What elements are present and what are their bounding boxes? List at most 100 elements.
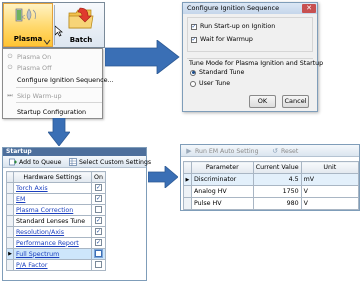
row-header[interactable]: [6, 215, 14, 227]
parameter-cell: Pulse HV: [190, 197, 254, 210]
close-button[interactable]: ✕: [302, 4, 316, 13]
power-off-icon: ⏻: [7, 63, 13, 71]
user-tune-label: User Tune: [199, 80, 231, 87]
dialog-title: Configure Ignition Sequence: [183, 3, 317, 14]
table-header-row: Parameter Current Value Unit: [183, 161, 360, 174]
setting-link-em[interactable]: EM: [13, 193, 92, 205]
table-row[interactable]: Resolution/Axis ✓: [6, 226, 106, 238]
wait-warmup-checkbox[interactable]: ✓: [191, 36, 197, 43]
em-auto-setting-panel: ▶ Run EM Auto Setting ↺ Reset Parameter …: [180, 144, 360, 211]
plasma-dropdown-menu: ⏻ Plasma On ⏻ Plasma Off Configure Ignit…: [2, 48, 114, 119]
add-to-queue-label: Add to Queue: [19, 158, 62, 166]
on-cell[interactable]: ✓: [91, 182, 106, 194]
ignition-options-group: ✓ Run Start-up on Ignition ✓ Wait for Wa…: [187, 17, 313, 52]
menu-item-startup-configuration[interactable]: Startup Configuration: [3, 106, 102, 117]
run-startup-checkbox-row[interactable]: ✓ Run Start-up on Ignition: [191, 23, 275, 30]
startup-panel: Startup Add to Queue Select Custom Setti…: [2, 147, 151, 281]
tune-mode-label: Tune Mode for Plasma Ignition and Startu…: [189, 60, 324, 67]
setting-link-torch-axis[interactable]: Torch Axis: [13, 182, 92, 194]
menu-item-plasma-off[interactable]: ⏻ Plasma Off: [3, 62, 102, 73]
table-row[interactable]: Analog HV 1750 V: [183, 185, 360, 198]
row-header[interactable]: [6, 182, 14, 194]
run-em-auto-setting-label: Run EM Auto Setting: [195, 147, 259, 155]
queue-add-icon: [9, 158, 17, 166]
run-icon: ▶: [186, 147, 192, 155]
table-row[interactable]: Pulse HV 980 V: [183, 197, 360, 210]
setting-link-full-spectrum[interactable]: Full Spectrum: [13, 248, 92, 260]
column-header-hardware-settings[interactable]: Hardware Settings: [13, 171, 92, 183]
row-header[interactable]: [6, 193, 14, 205]
ok-button[interactable]: OK: [249, 95, 276, 108]
table-row[interactable]: Plasma Correction: [6, 204, 106, 216]
on-checkbox[interactable]: ✓: [94, 239, 102, 247]
batch-ribbon-button[interactable]: Batch: [57, 3, 105, 47]
user-tune-radio[interactable]: [190, 80, 196, 87]
row-header[interactable]: [183, 185, 192, 198]
on-checkbox[interactable]: ✓: [94, 184, 102, 192]
row-pointer-icon[interactable]: ▶: [183, 173, 192, 186]
on-cell[interactable]: ✓: [91, 237, 106, 249]
table-row[interactable]: Standard Lenses Tune ✓: [6, 215, 106, 227]
wait-warmup-checkbox-row[interactable]: ✓ Wait for Warmup: [191, 36, 253, 43]
column-header-on[interactable]: On: [91, 171, 106, 183]
on-checkbox[interactable]: [94, 206, 102, 214]
table-row-selected[interactable]: ▶ Full Spectrum: [6, 248, 106, 260]
setting-link-resolution-axis[interactable]: Resolution/Axis: [13, 226, 92, 238]
table-row[interactable]: Torch Axis ✓: [6, 182, 106, 194]
standard-tune-radio-row[interactable]: Standard Tune: [190, 69, 244, 76]
value-cell[interactable]: 4.5: [252, 173, 302, 186]
menu-item-skip-warmup[interactable]: ⏭ Skip Warm-up: [3, 90, 102, 101]
run-em-auto-setting-button[interactable]: ▶ Run EM Auto Setting: [185, 147, 259, 155]
on-cell[interactable]: [91, 259, 106, 271]
value-cell[interactable]: 1750: [252, 185, 302, 198]
column-header-current-value[interactable]: Current Value: [252, 161, 302, 174]
row-header[interactable]: [6, 237, 14, 249]
row-header-corner: [6, 171, 14, 183]
menu-separator: [16, 87, 102, 88]
row-header[interactable]: [6, 204, 14, 216]
table-row[interactable]: P/A Factor: [6, 259, 106, 271]
select-custom-settings-button[interactable]: Select Custom Settings: [69, 158, 151, 166]
parameter-cell: Analog HV: [190, 185, 254, 198]
row-header[interactable]: [6, 259, 14, 271]
wait-warmup-label: Wait for Warmup: [200, 36, 253, 43]
on-cell[interactable]: [91, 248, 106, 260]
dropdown-arrow-icon: [43, 39, 51, 45]
on-cell[interactable]: [91, 204, 106, 216]
row-header-corner: [183, 161, 192, 174]
unit-cell: V: [300, 197, 360, 210]
setting-link-pa-factor[interactable]: P/A Factor: [13, 259, 92, 271]
arrow-right-icon: [105, 40, 180, 74]
menu-item-plasma-on[interactable]: ⏻ Plasma On: [3, 51, 102, 62]
column-header-parameter[interactable]: Parameter: [190, 161, 254, 174]
on-cell[interactable]: ✓: [91, 226, 106, 238]
ribbon-separator: [54, 5, 55, 45]
on-cell[interactable]: ✓: [91, 215, 106, 227]
reset-icon: ↺: [272, 147, 278, 155]
value-cell[interactable]: 980: [252, 197, 302, 210]
table-header-row: Hardware Settings On: [6, 171, 106, 183]
on-checkbox[interactable]: [94, 261, 102, 269]
row-pointer-icon[interactable]: ▶: [6, 248, 14, 260]
on-checkbox[interactable]: ✓: [94, 228, 102, 236]
reset-button[interactable]: ↺ Reset: [271, 147, 298, 155]
row-header[interactable]: [6, 226, 14, 238]
on-checkbox[interactable]: ✓: [94, 217, 102, 225]
menu-item-configure-ignition[interactable]: Configure Ignition Sequence...: [3, 74, 114, 85]
user-tune-radio-row[interactable]: User Tune: [190, 80, 230, 87]
setting-link-performance-report[interactable]: Performance Report: [13, 237, 92, 249]
on-checkbox[interactable]: [94, 250, 102, 258]
column-header-unit[interactable]: Unit: [300, 161, 360, 174]
add-to-queue-button[interactable]: Add to Queue: [9, 158, 61, 166]
run-startup-checkbox[interactable]: ✓: [191, 23, 197, 30]
standard-tune-radio[interactable]: [190, 69, 196, 76]
on-checkbox[interactable]: ✓: [94, 195, 102, 203]
menu-item-label: Configure Ignition Sequence...: [17, 75, 114, 84]
table-row[interactable]: EM ✓: [6, 193, 106, 205]
setting-link-plasma-correction[interactable]: Plasma Correction: [13, 204, 92, 216]
table-row[interactable]: Performance Report ✓: [6, 237, 106, 249]
table-row-selected[interactable]: ▶ Discriminator 4.5 mV: [183, 173, 360, 186]
on-cell[interactable]: ✓: [91, 193, 106, 205]
cancel-button[interactable]: Cancel: [282, 95, 309, 108]
row-header[interactable]: [183, 197, 192, 210]
